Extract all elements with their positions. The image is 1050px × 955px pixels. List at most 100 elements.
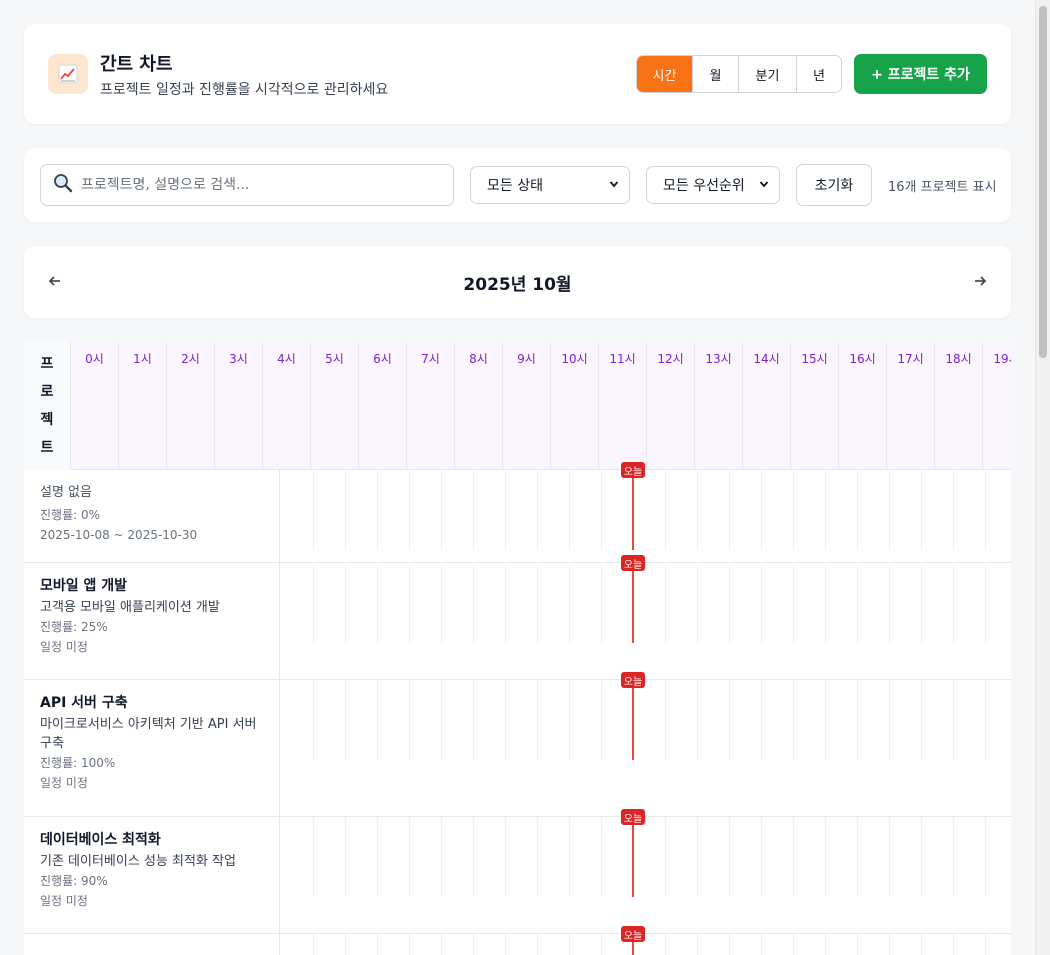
grid-line — [473, 470, 474, 550]
grid-line — [505, 470, 506, 550]
current-month: 2025년 10월 — [463, 275, 572, 295]
grid-line — [665, 817, 666, 897]
grid-line — [505, 817, 506, 897]
grid-line — [601, 680, 602, 760]
today-badge: 오늘 — [621, 926, 645, 942]
grid-line — [921, 563, 922, 643]
view-quarter-button[interactable]: 분기 — [739, 56, 797, 92]
today-badge: 오늘 — [621, 672, 645, 688]
project-header-char: 로 — [40, 384, 54, 400]
hour-header-cell: 13시 — [695, 342, 743, 470]
timeline-track: 오늘 — [280, 555, 1011, 679]
scrollbar-thumb[interactable] — [1039, 6, 1047, 358]
timeline-track: 오늘 — [280, 809, 1011, 933]
grid-line — [537, 817, 538, 897]
grid-line — [985, 563, 986, 643]
grid-line — [569, 563, 570, 643]
project-header-char: 젝 — [40, 412, 54, 428]
today-line — [632, 563, 634, 643]
grid-line — [377, 680, 378, 760]
hour-header-cell: 6시 — [359, 342, 407, 470]
hour-header-cell: 19시 — [983, 342, 1011, 470]
project-description: 고객용 모바일 애플리케이션 개발 — [40, 600, 220, 615]
grid-line — [313, 934, 314, 955]
today-badge: 오늘 — [621, 462, 645, 478]
hour-header-cell: 15시 — [791, 342, 839, 470]
hour-header-cell: 18시 — [935, 342, 983, 470]
grid-line — [825, 680, 826, 760]
table-row[interactable]: 오늘 — [24, 926, 1011, 955]
project-info: 설명 없음 진행률: 0% 2025-10-08 ~ 2025-10-30 — [24, 470, 280, 562]
chevron-down-icon — [609, 177, 619, 193]
grid-line — [761, 563, 762, 643]
table-row[interactable]: 설명 없음 진행률: 0% 2025-10-08 ~ 2025-10-30 오늘 — [24, 462, 1011, 563]
grid-line — [377, 817, 378, 897]
search-input[interactable] — [81, 177, 411, 193]
grid-line — [729, 934, 730, 955]
page-scrollbar[interactable] — [1035, 0, 1050, 955]
hour-header-cell: 12시 — [647, 342, 695, 470]
grid-line — [793, 817, 794, 897]
grid-line — [345, 934, 346, 955]
add-project-button[interactable]: + 프로젝트 추가 — [854, 54, 987, 94]
grid-line — [313, 680, 314, 760]
grid-line — [601, 934, 602, 955]
project-schedule: 일정 미정 — [40, 894, 88, 908]
gantt-chart: 프 로 젝 트 0시 1시 2시 3시 4시 5시 6시 7시 8시 9시 10시 11시 12시 13시… — [24, 342, 1011, 955]
project-schedule: 일정 미정 — [40, 640, 88, 654]
grid-line — [313, 817, 314, 897]
grid-line — [793, 563, 794, 643]
view-year-button[interactable]: 년 — [797, 56, 841, 92]
project-progress: 진행률: 100% — [40, 756, 116, 770]
grid-line — [825, 817, 826, 897]
view-toggle: 시간 월 분기 년 — [636, 55, 842, 93]
hour-header-cell: 2시 — [167, 342, 215, 470]
header-card: 간트 차트 프로젝트 일정과 진행률을 시각적으로 관리하세요 시간 월 분기 … — [24, 24, 1011, 124]
page-subtitle: 프로젝트 일정과 진행률을 시각적으로 관리하세요 — [100, 82, 389, 98]
grid-line — [537, 680, 538, 760]
grid-line — [985, 470, 986, 550]
reset-button[interactable]: 초기화 — [796, 164, 872, 206]
grid-line — [409, 934, 410, 955]
grid-line — [921, 470, 922, 550]
status-select-value: 모든 상태 — [487, 178, 543, 194]
table-row[interactable]: 모바일 앱 개발 고객용 모바일 애플리케이션 개발 진행률: 25% 일정 미정 오늘 — [24, 555, 1011, 680]
arrow-right-icon — [973, 273, 987, 292]
next-month-button[interactable] — [968, 270, 992, 294]
chevron-down-icon — [759, 177, 769, 193]
project-column-header: 프 로 젝 트 — [24, 342, 71, 470]
grid-line — [697, 680, 698, 760]
view-hour-button[interactable]: 시간 — [637, 56, 693, 92]
project-progress: 진행률: 90% — [40, 874, 108, 888]
grid-line — [409, 470, 410, 550]
grid-line — [761, 934, 762, 955]
grid-line — [857, 563, 858, 643]
grid-line — [825, 934, 826, 955]
grid-line — [313, 470, 314, 550]
grid-line — [409, 817, 410, 897]
project-name: 모바일 앱 개발 — [40, 578, 128, 594]
grid-line — [473, 563, 474, 643]
grid-line — [569, 817, 570, 897]
status-select[interactable]: 모든 상태 — [470, 166, 630, 204]
search-box — [40, 164, 454, 206]
grid-line — [569, 470, 570, 550]
grid-line — [697, 563, 698, 643]
table-row[interactable]: 데이터베이스 최적화 기존 데이터베이스 성능 최적화 작업 진행률: 90% 일정 … — [24, 809, 1011, 934]
chart-icon — [48, 54, 88, 94]
grid-line — [793, 470, 794, 550]
grid-line — [601, 470, 602, 550]
project-description: 기존 데이터베이스 성능 최적화 작업 — [40, 854, 236, 869]
priority-select[interactable]: 모든 우선순위 — [646, 166, 780, 204]
table-row[interactable]: API 서버 구축 마이크로서비스 아키텍처 기반 API 서버 구축 진행률: 1… — [24, 672, 1011, 817]
grid-line — [857, 817, 858, 897]
project-header-char: 트 — [40, 440, 54, 456]
grid-line — [441, 934, 442, 955]
hour-header-cell: 4시 — [263, 342, 311, 470]
project-schedule: 2025-10-08 ~ 2025-10-30 — [40, 528, 198, 542]
priority-select-value: 모든 우선순위 — [663, 178, 745, 194]
grid-line — [569, 680, 570, 760]
grid-line — [729, 563, 730, 643]
grid-line — [761, 817, 762, 897]
view-month-button[interactable]: 월 — [693, 56, 739, 92]
